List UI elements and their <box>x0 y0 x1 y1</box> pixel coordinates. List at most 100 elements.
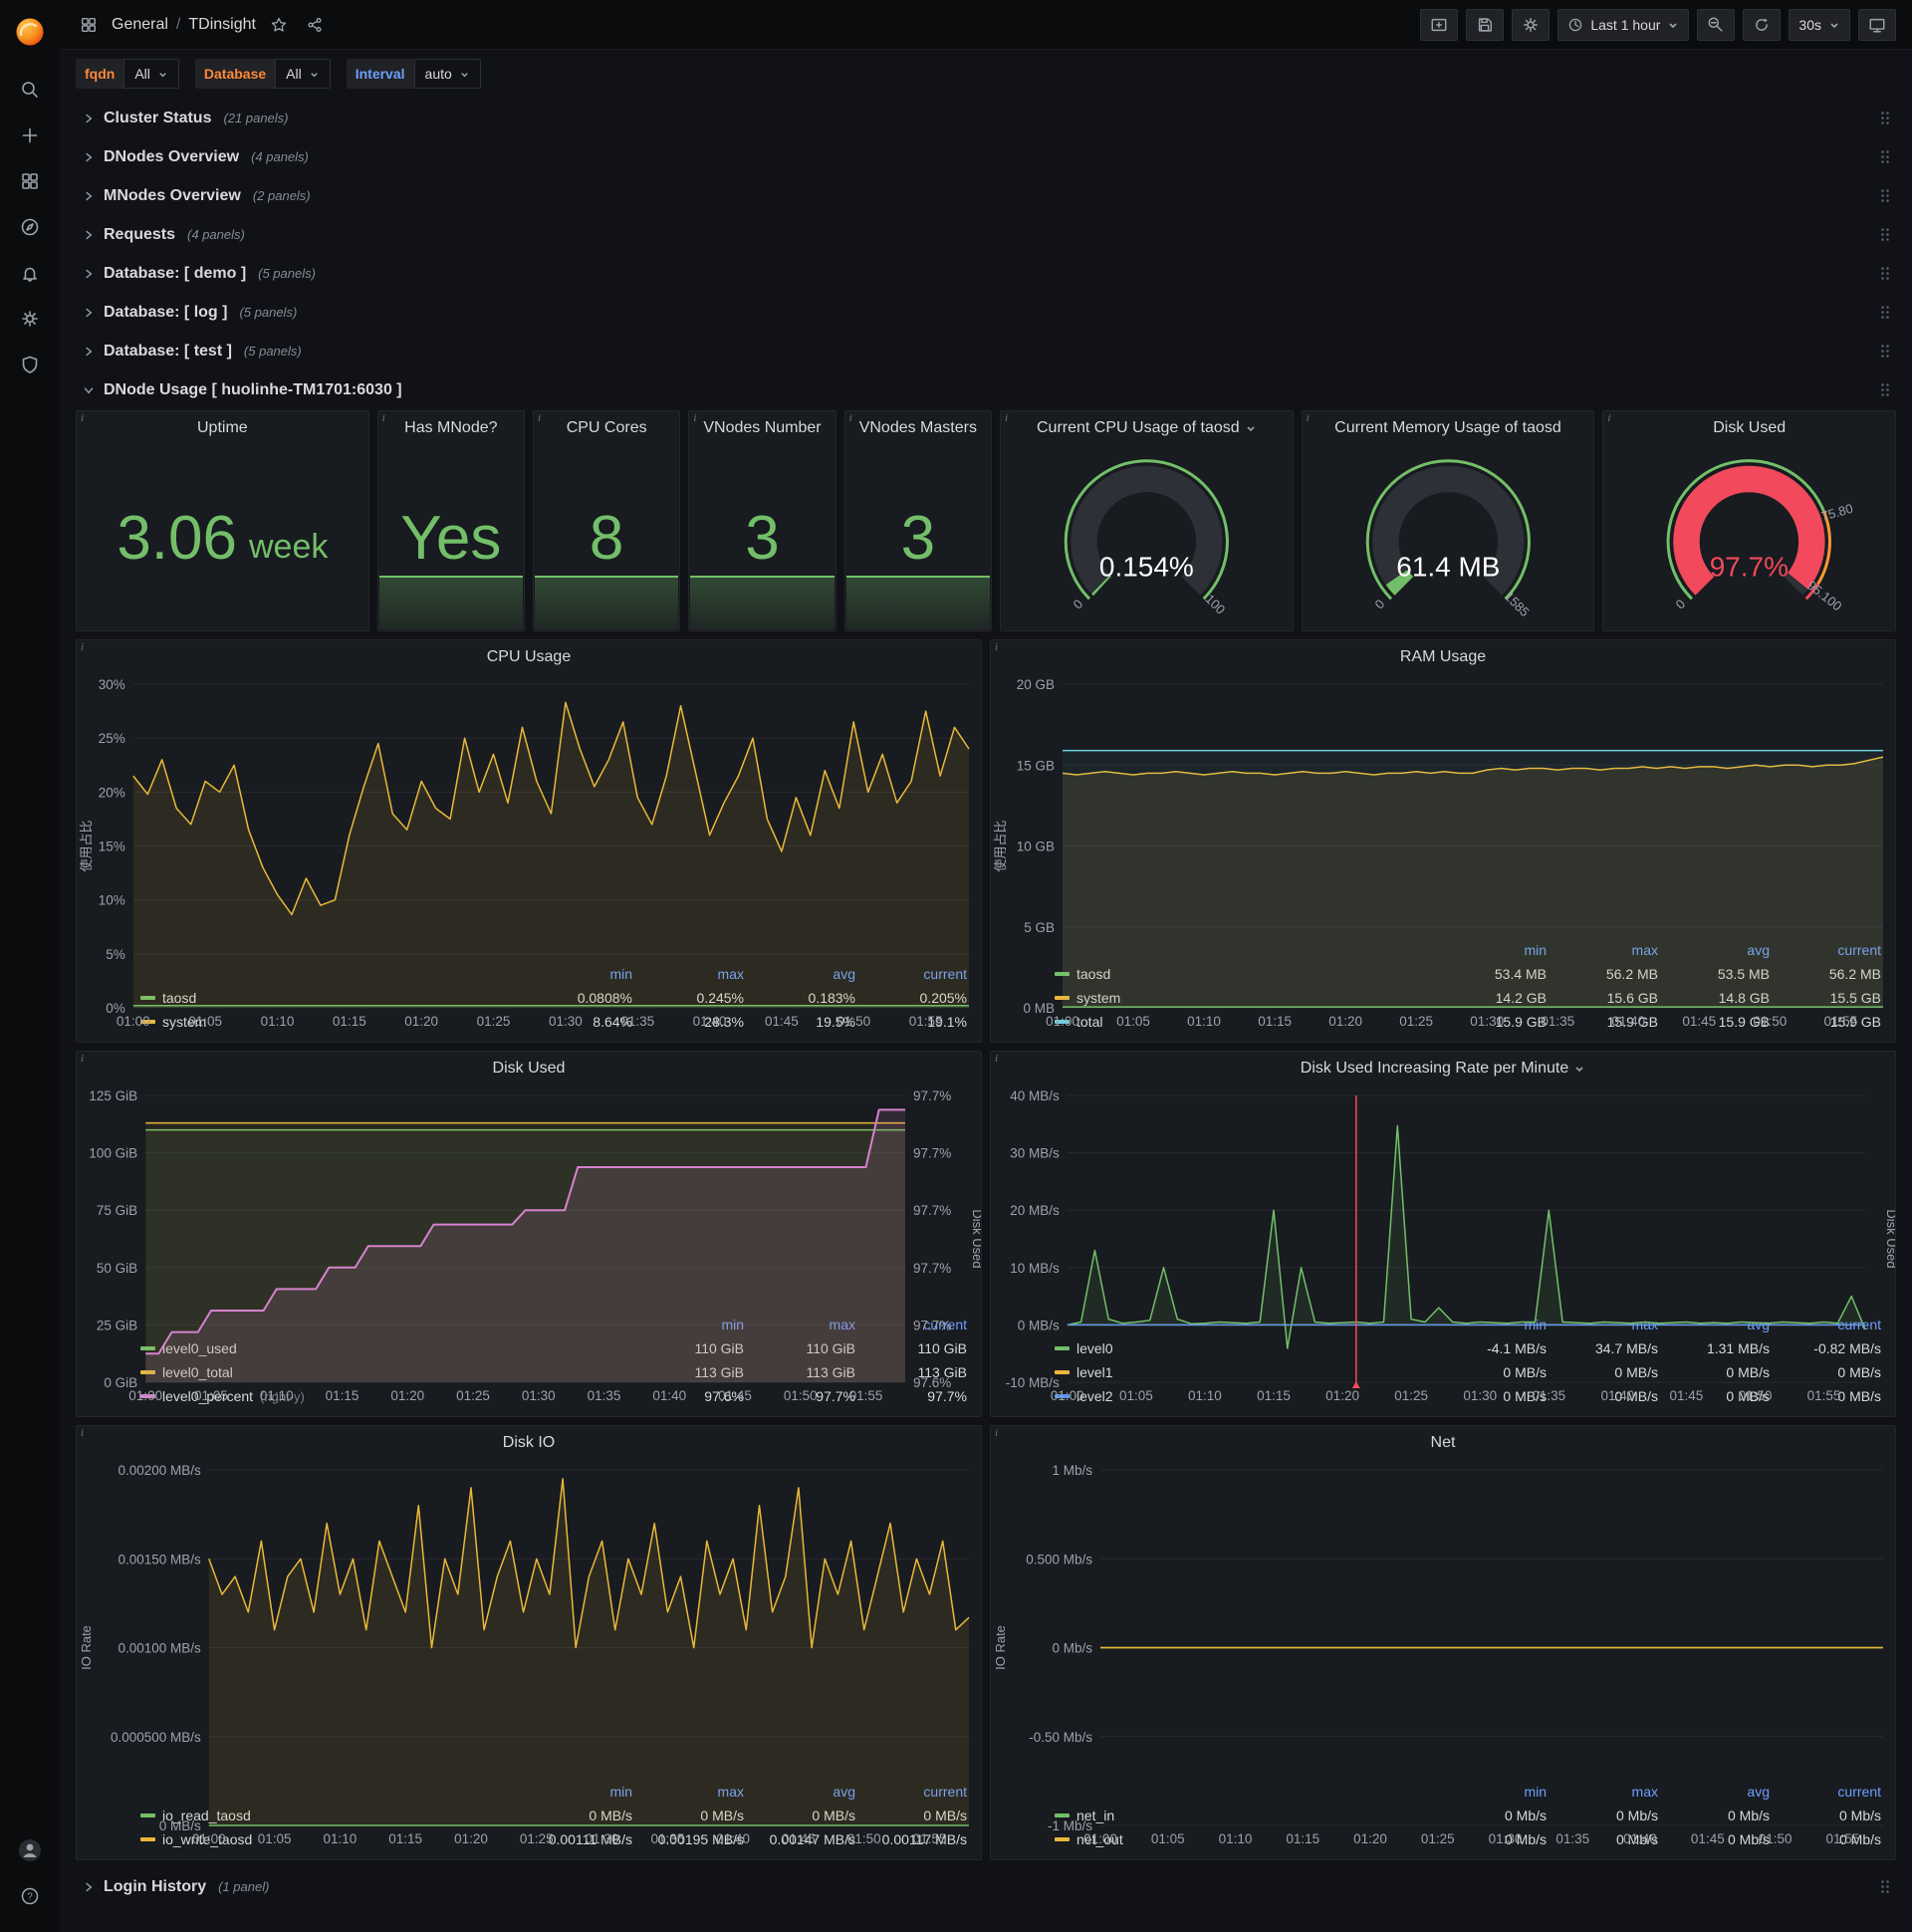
panel-title[interactable]: CPU Usage <box>77 640 981 674</box>
panel-info-icon[interactable]: i <box>1005 412 1008 424</box>
svg-text:01:20: 01:20 <box>1328 1014 1362 1029</box>
star-icon[interactable] <box>266 12 292 38</box>
svg-text:01:55: 01:55 <box>1823 1014 1857 1029</box>
sidebar: ? <box>0 0 60 1932</box>
row-cluster-status[interactable]: Cluster Status (21 panels) <box>76 100 1896 136</box>
panel-title[interactable]: CPU Cores <box>534 411 679 445</box>
panel-info-icon[interactable]: i <box>849 412 852 424</box>
drag-handle-icon[interactable] <box>1880 266 1890 281</box>
panel-info-icon[interactable]: i <box>81 1427 84 1439</box>
alerting-bell-icon[interactable] <box>8 251 52 295</box>
panel-title[interactable]: Net <box>991 1426 1895 1460</box>
drag-handle-icon[interactable] <box>1880 227 1890 242</box>
disk-rate-plot[interactable]: -10 MB/s 0 MB/s 10 MB/s 20 MB/s 30 MB/s 40 MB… <box>991 1086 1899 1403</box>
panel-info-icon[interactable]: i <box>995 641 998 653</box>
explore-compass-icon[interactable] <box>8 205 52 249</box>
drag-handle-icon[interactable] <box>1880 149 1890 164</box>
variable-database-value[interactable]: All <box>275 59 331 89</box>
ram-usage-plot[interactable]: 0 MB 5 GB 10 GB 15 GB 20 GB 01:00 01:05 01:10 01… <box>991 674 1895 1029</box>
variable-interval-value[interactable]: auto <box>413 59 481 89</box>
time-range-picker[interactable]: Last 1 hour <box>1557 8 1690 41</box>
user-avatar[interactable] <box>8 1828 52 1872</box>
svg-text:01:50: 01:50 <box>1759 1831 1792 1846</box>
row-requests[interactable]: Requests (4 panels) <box>76 216 1896 253</box>
row-database-log[interactable]: Database: [ log ] (5 panels) <box>76 294 1896 331</box>
row-mnodes-overview[interactable]: MNodes Overview (2 panels) <box>76 177 1896 214</box>
panel-title[interactable]: Current Memory Usage of taosd <box>1303 411 1594 445</box>
panel-title[interactable]: VNodes Masters <box>845 411 991 445</box>
panel-title[interactable]: Disk IO <box>77 1426 981 1460</box>
panel-title[interactable]: VNodes Number <box>689 411 835 445</box>
panel-info-icon[interactable]: i <box>81 1053 84 1065</box>
drag-handle-icon[interactable] <box>1880 344 1890 359</box>
panel-info-icon[interactable]: i <box>1307 412 1310 424</box>
dashboards-icon[interactable] <box>8 159 52 203</box>
variable-database: Database All <box>194 59 331 89</box>
save-dashboard-button[interactable] <box>1466 8 1505 41</box>
refresh-interval-picker[interactable]: 30s <box>1789 8 1850 41</box>
panel-title[interactable]: RAM Usage <box>991 640 1895 674</box>
svg-text:01:00: 01:00 <box>128 1388 162 1403</box>
svg-text:01:10: 01:10 <box>323 1831 357 1846</box>
create-plus-icon[interactable] <box>8 114 52 157</box>
chart-row-1: i CPU Usage 0% 5% 10% 15% 20% 25% 30% 01:00 01:0… <box>76 639 1896 1043</box>
dashboard-grid-icon[interactable] <box>76 12 102 38</box>
drag-handle-icon[interactable] <box>1880 382 1890 397</box>
svg-text:01:50: 01:50 <box>1753 1014 1787 1029</box>
breadcrumb-section[interactable]: General <box>112 16 168 34</box>
breadcrumb-title[interactable]: TDinsight <box>188 16 256 34</box>
row-dnode-usage[interactable]: DNode Usage [ huolinhe-TM1701:6030 ] <box>76 371 1896 408</box>
search-icon[interactable] <box>8 68 52 112</box>
drag-handle-icon[interactable] <box>1880 305 1890 320</box>
dashboard-settings-button[interactable] <box>1512 8 1551 41</box>
zoom-out-button[interactable] <box>1697 8 1736 41</box>
drag-handle-icon[interactable] <box>1880 188 1890 203</box>
drag-handle-icon[interactable] <box>1880 111 1890 125</box>
svg-text:01:45: 01:45 <box>1670 1388 1704 1403</box>
svg-text:01:35: 01:35 <box>650 1831 684 1846</box>
svg-text:01:25: 01:25 <box>456 1388 490 1403</box>
cpu-usage-plot[interactable]: 0% 5% 10% 15% 20% 25% 30% 01:00 01:05 01:10 01:15 0… <box>77 674 981 1029</box>
svg-text:01:55: 01:55 <box>909 1014 943 1029</box>
panel-title[interactable]: Has MNode? <box>378 411 524 445</box>
panel-title[interactable]: Uptime <box>77 411 368 445</box>
svg-text:01:05: 01:05 <box>1151 1831 1185 1846</box>
panel-title[interactable]: Disk Used <box>77 1052 981 1086</box>
topbar-actions: Last 1 hour 30s <box>1420 8 1896 41</box>
row-dnodes-overview[interactable]: DNodes Overview (4 panels) <box>76 138 1896 175</box>
net-plot[interactable]: -1 Mb/s -0.50 Mb/s 0 Mb/s 0.500 Mb/s 1 Mb/s 0… <box>991 1460 1895 1846</box>
configuration-gear-icon[interactable] <box>8 297 52 341</box>
drag-handle-icon[interactable] <box>1880 1879 1890 1894</box>
variable-fqdn-value[interactable]: All <box>123 59 179 89</box>
help-icon[interactable]: ? <box>8 1874 52 1918</box>
grafana-app: ? General / TDinsight Last 1 hour 30s fq… <box>0 0 1912 1932</box>
server-admin-shield-icon[interactable] <box>8 343 52 386</box>
svg-text:01:25: 01:25 <box>477 1014 511 1029</box>
row-database-dem[interactable]: Database: [ demo ] (5 panels) <box>76 255 1896 292</box>
time-range-label: Last 1 hour <box>1590 16 1661 33</box>
panel-info-icon[interactable]: i <box>538 412 541 424</box>
row-database-test[interactable]: Database: [ test ] (5 panels) <box>76 333 1896 369</box>
panel-title[interactable]: Current CPU Usage of taosd <box>1001 411 1293 445</box>
refresh-button[interactable] <box>1743 8 1782 41</box>
panel-info-icon[interactable]: i <box>81 641 84 653</box>
panel-title[interactable]: Disk Used <box>1603 411 1895 445</box>
cycle-view-button[interactable] <box>1858 8 1896 41</box>
disk-used-plot[interactable]: 0 GiB 25 GiB 50 GiB 75 GiB 100 GiB 125 GiB 97.… <box>77 1086 985 1403</box>
grafana-logo-icon[interactable] <box>10 12 50 52</box>
panel-info-icon[interactable]: i <box>81 412 84 424</box>
panel-info-icon[interactable]: i <box>995 1427 998 1439</box>
svg-text:01:15: 01:15 <box>1257 1388 1291 1403</box>
svg-text:01:00: 01:00 <box>1083 1831 1117 1846</box>
panel-info-icon[interactable]: i <box>995 1053 998 1065</box>
panel-info-icon[interactable]: i <box>1607 412 1610 424</box>
panel-info-icon[interactable]: i <box>382 412 385 424</box>
panel-title[interactable]: Disk Used Increasing Rate per Minute <box>991 1052 1895 1086</box>
disk-io-plot[interactable]: 0 MB/s 0.000500 MB/s 0.00100 MB/s 0.00150 M… <box>77 1460 981 1846</box>
share-icon[interactable] <box>302 12 328 38</box>
panel-info-icon[interactable]: i <box>693 412 696 424</box>
row-login-history[interactable]: Login History (1 panel) <box>76 1868 1896 1905</box>
add-panel-button[interactable] <box>1420 8 1459 41</box>
stat-value: 3.06 week <box>77 445 368 630</box>
svg-text:01:15: 01:15 <box>1286 1831 1319 1846</box>
